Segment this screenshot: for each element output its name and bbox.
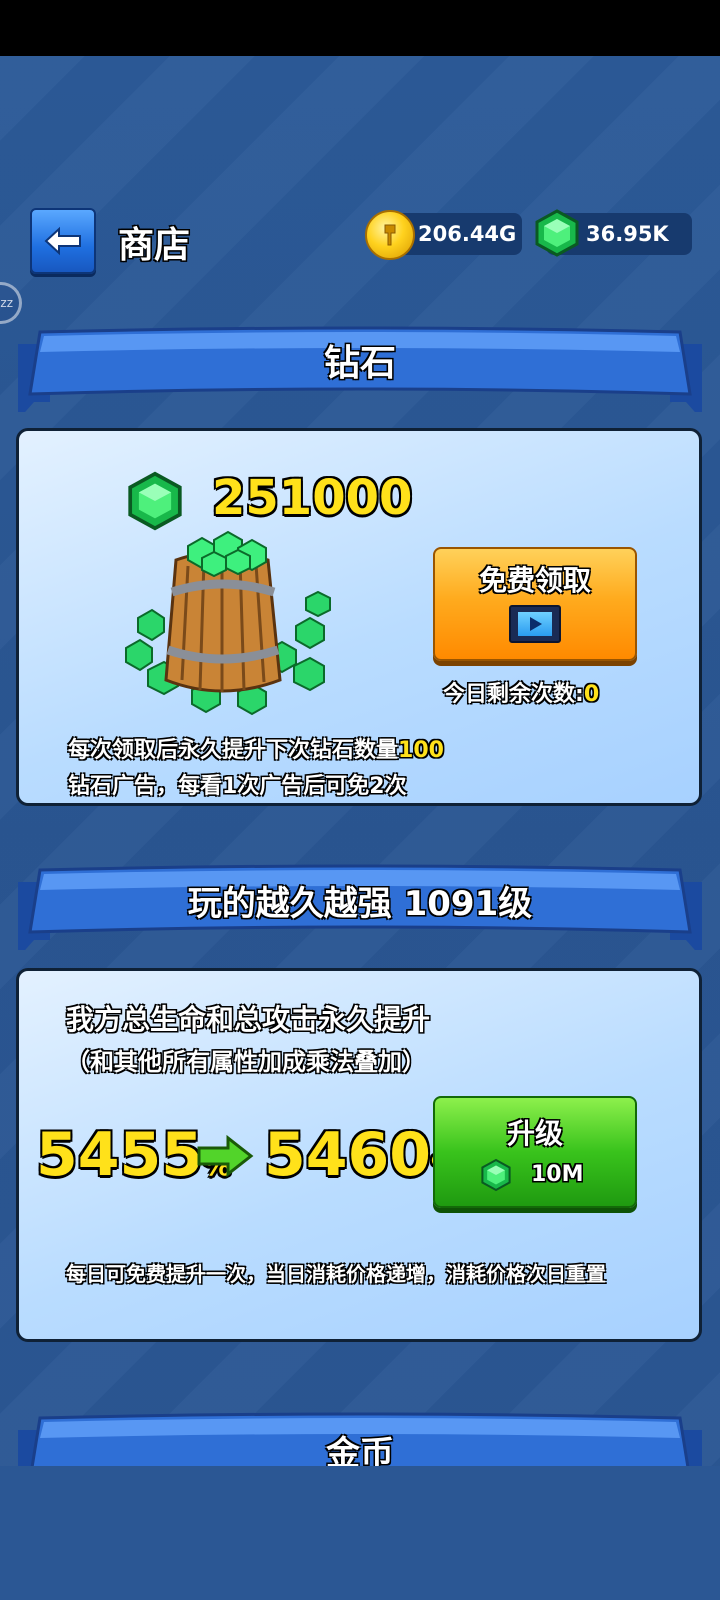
gem-amount: 36.95K (586, 222, 669, 246)
arrow-right-icon (197, 1134, 254, 1178)
diamond-desc-1-text: 每次领取后永久提升下次钻石数量 (68, 738, 399, 763)
diamond-desc-1: 每次领取后永久提升下次钻石数量100 (68, 732, 444, 764)
next-percent-value: 5460 (264, 1120, 431, 1190)
free-claim-button[interactable]: 免费领取 (433, 547, 637, 661)
back-button[interactable] (30, 208, 96, 274)
upgrade-section-title: 玩的越久越强 1091级 (187, 884, 533, 924)
remaining-count: 今日剩余次数:0 (443, 676, 599, 708)
diamond-desc-2: 钻石广告，每看1次广告后可免2次 (68, 774, 407, 799)
diamond-section-title: 钻石 (323, 343, 396, 384)
background (0, 56, 720, 1600)
cost-gem-icon (481, 1158, 511, 1192)
upgrade-button[interactable]: 升级 10M (433, 1096, 637, 1208)
upgrade-button-label: 升级 (506, 1117, 563, 1150)
remaining-value: 0 (583, 682, 600, 707)
free-claim-label: 免费领取 (478, 564, 591, 597)
video-ad-icon (509, 605, 561, 643)
diamond-amount-gem-icon (128, 471, 182, 531)
status-bar (0, 0, 720, 56)
gold-coin-icon (365, 210, 415, 260)
page-title: 商店 (118, 225, 191, 266)
upgrade-subheading: （和其他所有属性加成乘法叠加） (66, 1048, 426, 1076)
next-percent: 5460% (264, 1120, 459, 1190)
content-clip-edge (0, 1466, 720, 1600)
upgrade-note: 每日可免费提升一次，当日消耗价格递增，消耗价格次日重置 (66, 1262, 606, 1286)
remaining-label: 今日剩余次数: (443, 682, 584, 707)
upgrade-heading: 我方总生命和总攻击永久提升 (66, 1003, 431, 1036)
gold-amount: 206.44G (418, 222, 517, 246)
diamond-amount: 251000 (212, 470, 413, 526)
current-percent-value: 5455 (36, 1120, 203, 1190)
gem-icon (535, 209, 579, 257)
back-arrow-icon (44, 226, 81, 256)
upgrade-cost: 10M (531, 1162, 584, 1187)
gem-barrel-icon (125, 530, 331, 716)
diamond-desc-1-value: 100 (398, 738, 444, 763)
